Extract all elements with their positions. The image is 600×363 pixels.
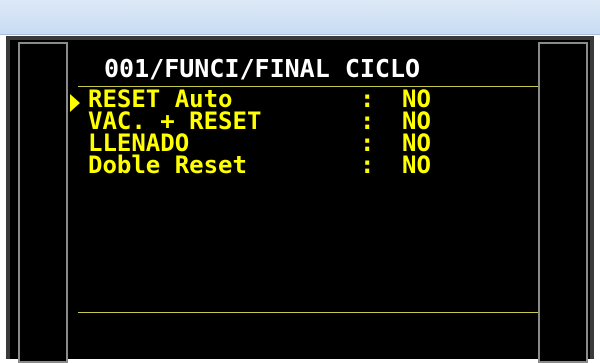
left-softkey-panel[interactable] [18, 42, 68, 363]
right-softkey-panel[interactable] [538, 42, 588, 363]
app-window: 001/FUNCI/FINAL CICLO RESET Auto : NO VA… [0, 0, 600, 363]
window-titlebar [0, 0, 600, 35]
settings-menu: RESET Auto : NO VAC. + RESET : NO LLENAD… [88, 87, 431, 179]
triangle-right-icon [70, 94, 80, 112]
menu-item-label: Doble Reset [88, 151, 247, 179]
screen-title: 001/FUNCI/FINAL CICLO [104, 54, 421, 83]
bottom-divider [78, 312, 538, 313]
menu-item-separator: : [360, 151, 375, 179]
lcd-screen: 001/FUNCI/FINAL CICLO RESET Auto : NO VA… [68, 42, 538, 359]
menu-item-value[interactable]: NO [402, 153, 431, 177]
menu-item-doble-reset[interactable]: Doble Reset : NO [88, 151, 431, 179]
